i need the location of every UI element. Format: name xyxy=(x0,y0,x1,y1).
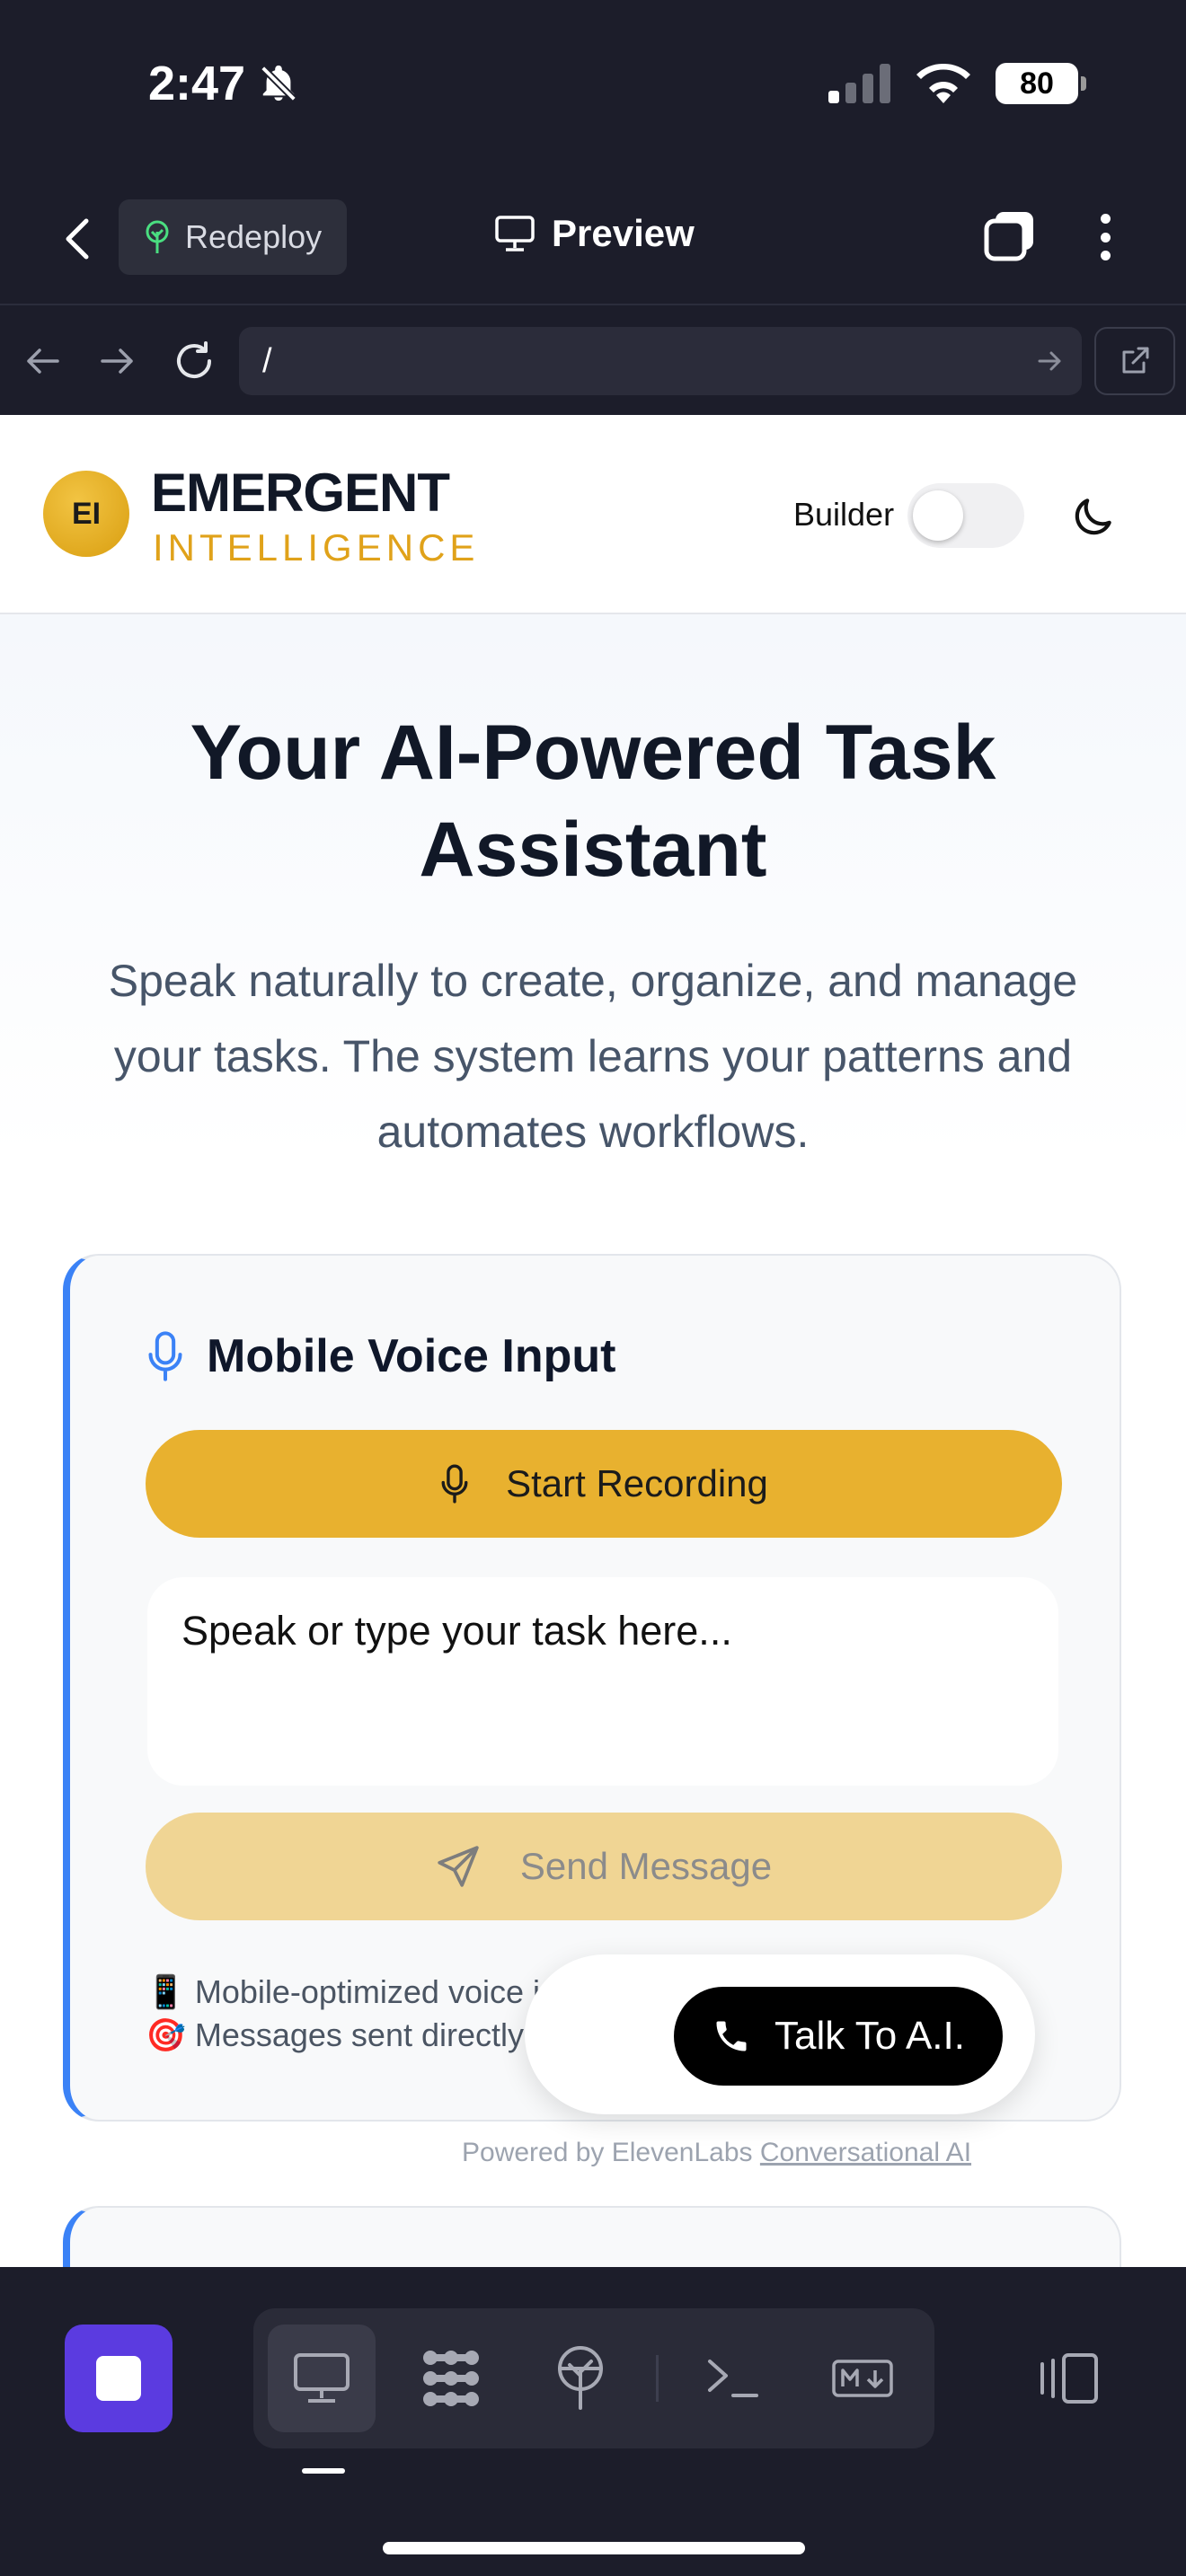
device-toggle-icon xyxy=(1040,2353,1098,2404)
wifi-icon xyxy=(916,64,970,103)
logo-subtitle: INTELLIGENCE xyxy=(153,526,480,569)
markdown-view-button[interactable] xyxy=(809,2325,916,2432)
tabs-icon xyxy=(984,212,1033,261)
terminal-icon xyxy=(708,2360,758,2397)
grid-icon xyxy=(423,2351,479,2406)
more-options-button[interactable] xyxy=(1087,208,1123,266)
preview-tab[interactable]: Preview xyxy=(494,212,695,255)
toggle-knob xyxy=(913,490,963,541)
clock: 2:47 xyxy=(148,57,246,110)
preview-label: Preview xyxy=(552,212,695,254)
monitor-icon xyxy=(294,2353,350,2403)
url-text: / xyxy=(262,341,272,380)
powered-by: Powered by ElevenLabs Conversational AI xyxy=(462,2138,972,2167)
deploy-view-button[interactable] xyxy=(527,2325,634,2432)
powered-link[interactable]: Conversational AI xyxy=(760,2138,971,2167)
battery-indicator: 80 xyxy=(996,63,1086,104)
monitor-icon xyxy=(495,216,535,251)
arrow-left-icon xyxy=(27,348,59,374)
ide-bottom-bar xyxy=(0,2267,1186,2576)
device-toggle-button[interactable] xyxy=(1033,2325,1105,2432)
bell-slash-icon xyxy=(261,65,297,101)
app-toolbar: Redeploy Preview xyxy=(0,171,1186,305)
status-time: 2:47 xyxy=(148,56,299,111)
builder-label: Builder xyxy=(793,496,895,533)
home-indicator[interactable] xyxy=(383,2542,805,2554)
moon-icon xyxy=(1075,498,1111,535)
stop-icon xyxy=(96,2356,141,2401)
tool-separator xyxy=(656,2355,659,2402)
site-header: EI EMERGENT INTELLIGENCE Builder xyxy=(0,415,1186,614)
signal-icon xyxy=(828,64,890,103)
note-mobile: 📱 Mobile-optimized voice i xyxy=(146,1973,540,2010)
url-go-icon[interactable] xyxy=(1037,343,1064,379)
microphone-icon xyxy=(148,1331,182,1381)
card-title: Mobile Voice Input xyxy=(146,1329,615,1383)
card-notes: 📱 Mobile-optimized voice i 🎯 Messages se… xyxy=(146,1971,540,2057)
terminal-view-button[interactable] xyxy=(679,2325,787,2432)
phone-icon xyxy=(716,2021,747,2051)
status-bar: 2:47 80 xyxy=(0,0,1186,171)
logo-title: EMERGENT xyxy=(151,463,450,523)
note-messages: 🎯 Messages sent directly xyxy=(146,2016,524,2053)
tree-icon xyxy=(146,220,169,253)
open-external-button[interactable] xyxy=(1094,327,1175,395)
back-button[interactable] xyxy=(54,214,101,264)
web-preview: EI EMERGENT INTELLIGENCE Builder Your AI… xyxy=(0,415,1186,2267)
deploy-icon xyxy=(558,2346,603,2410)
browser-url-bar: / xyxy=(0,307,1186,415)
redeploy-label: Redeploy xyxy=(185,218,323,255)
nav-back-button[interactable] xyxy=(16,334,70,388)
arrow-right-icon xyxy=(101,348,133,374)
reload-icon xyxy=(177,341,211,379)
send-icon xyxy=(438,1846,479,1887)
task-input[interactable]: Speak or type your task here... xyxy=(147,1577,1058,1786)
nav-forward-button[interactable] xyxy=(90,334,144,388)
microphone-icon xyxy=(441,1464,468,1504)
redeploy-button[interactable]: Redeploy xyxy=(119,199,347,275)
reload-button[interactable] xyxy=(167,334,221,388)
active-tool-indicator xyxy=(302,2468,345,2474)
apps-view-button[interactable] xyxy=(397,2325,505,2432)
markdown-icon xyxy=(832,2360,893,2397)
url-input[interactable]: / xyxy=(239,327,1082,395)
hero-title: Your AI-Powered Task Assistant xyxy=(190,710,996,893)
preview-view-button[interactable] xyxy=(268,2325,376,2432)
next-card xyxy=(63,2206,1121,2267)
theme-toggle-button[interactable] xyxy=(1067,492,1118,543)
send-message-button[interactable]: Send Message xyxy=(146,1813,1062,1920)
start-recording-button[interactable]: Start Recording xyxy=(146,1430,1062,1538)
hero-subtitle: Speak naturally to create, organize, and… xyxy=(108,956,1078,1157)
more-vertical-icon xyxy=(1100,214,1111,224)
talk-to-ai-button[interactable]: Talk To A.I. xyxy=(674,1987,1003,2086)
status-indicators: 80 xyxy=(828,63,1086,104)
external-link-icon xyxy=(1122,347,1149,374)
builder-toggle[interactable] xyxy=(907,483,1024,548)
tabs-button[interactable] xyxy=(983,208,1037,262)
view-tools xyxy=(253,2308,934,2448)
stop-button[interactable] xyxy=(65,2325,173,2432)
logo-badge: EI xyxy=(43,471,129,557)
back-chevron-icon xyxy=(66,218,89,260)
